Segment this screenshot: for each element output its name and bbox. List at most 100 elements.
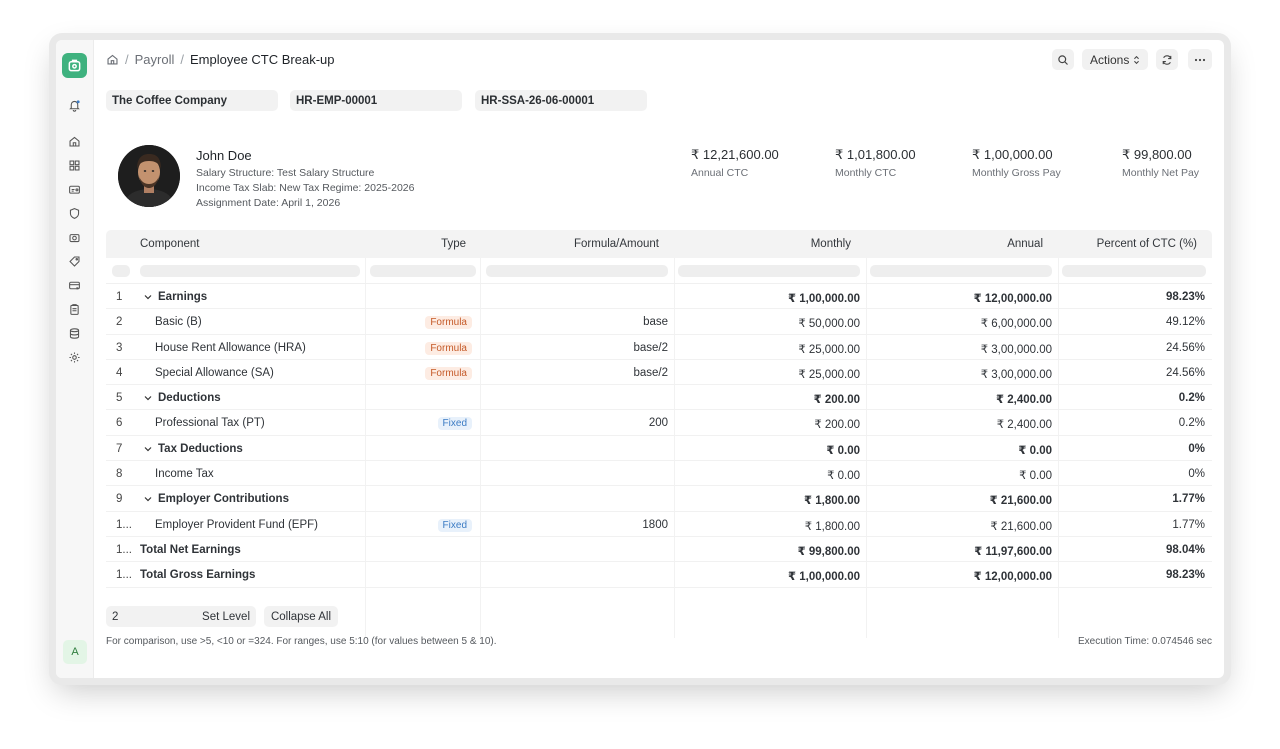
row-component[interactable]: Employer Contributions <box>144 493 289 505</box>
stat-label: Annual CTC <box>691 167 749 179</box>
bell-icon[interactable] <box>67 98 82 113</box>
row-index: 5 <box>116 392 123 405</box>
row-type: Formula <box>425 341 472 355</box>
table-row[interactable]: 6 Professional Tax (PT) Fixed 200 ₹ 200.… <box>106 410 1212 436</box>
row-annual: ₹ 3,00,000.00 <box>980 368 1052 381</box>
row-formula: base <box>643 316 668 329</box>
row-annual: ₹ 0.00 <box>1018 444 1052 457</box>
assignment-filter[interactable]: HR-SSA-26-06-00001 <box>475 90 647 111</box>
row-percent: 24.56% <box>1165 341 1205 354</box>
header-formula[interactable]: Formula/Amount <box>574 238 659 250</box>
table-row[interactable]: 2 Basic (B) Formula base ₹ 50,000.00 ₹ 6… <box>106 309 1212 335</box>
header-percent[interactable]: Percent of CTC (%) <box>1097 238 1197 250</box>
clipboard-icon[interactable] <box>67 302 82 317</box>
stat-value: ₹ 12,21,600.00 <box>691 147 779 162</box>
fixed-badge: Fixed <box>437 417 472 431</box>
actions-label: Actions <box>1090 52 1130 67</box>
ctc-table: Component Type Formula/Amount Monthly An… <box>106 230 1212 588</box>
assignment-date: Assignment Date: April 1, 2026 <box>196 197 341 209</box>
row-type: Fixed <box>437 518 472 532</box>
row-annual: ₹ 0.00 <box>1019 470 1052 483</box>
search-button[interactable] <box>1052 49 1074 70</box>
row-type: Formula <box>425 316 472 330</box>
table-row[interactable]: 1... Total Net Earnings ₹ 99,800.00 ₹ 11… <box>106 537 1212 563</box>
payroll-card-icon[interactable] <box>67 278 82 293</box>
chevron-down-icon[interactable] <box>144 495 152 503</box>
row-component: Special Allowance (SA) <box>155 366 274 379</box>
id-card-icon[interactable] <box>67 182 82 197</box>
more-icon <box>1194 58 1206 61</box>
actions-dropdown[interactable]: Actions <box>1082 49 1148 70</box>
table-row[interactable]: 3 House Rent Allowance (HRA) Formula bas… <box>106 335 1212 360</box>
filter-formula-input[interactable] <box>486 265 668 277</box>
stat-value: ₹ 99,800.00 <box>1122 147 1192 162</box>
collapse-all-button[interactable]: Collapse All <box>264 606 338 627</box>
table-row[interactable]: 5 Deductions ₹ 200.00 ₹ 2,400.00 0.2% <box>106 385 1212 411</box>
filter-monthly-input[interactable] <box>678 265 860 277</box>
chevron-down-icon[interactable] <box>144 394 152 402</box>
header-annual[interactable]: Annual <box>1007 238 1043 250</box>
filter-type-input[interactable] <box>370 265 476 277</box>
row-component[interactable]: Earnings <box>144 291 207 303</box>
row-monthly: ₹ 1,800.00 <box>804 520 860 533</box>
camera-icon[interactable] <box>67 230 82 245</box>
row-component: Employer Provident Fund (EPF) <box>155 518 318 531</box>
row-percent: 1.77% <box>1172 518 1205 531</box>
employee-filter[interactable]: HR-EMP-00001 <box>290 90 462 111</box>
chevron-down-icon[interactable] <box>144 445 152 453</box>
header-type[interactable]: Type <box>441 238 466 250</box>
row-percent: 0% <box>1188 468 1205 481</box>
row-monthly: ₹ 200.00 <box>814 419 860 432</box>
topbar: / Payroll / Employee CTC Break-up Action… <box>94 40 1224 80</box>
table-row[interactable]: 9 Employer Contributions ₹ 1,800.00 ₹ 21… <box>106 486 1212 512</box>
level-input[interactable]: 2 <box>112 611 118 623</box>
row-component[interactable]: Tax Deductions <box>144 443 243 455</box>
sidebar: A <box>56 40 94 678</box>
more-button[interactable] <box>1188 49 1212 70</box>
settings-icon[interactable] <box>67 350 82 365</box>
row-component: Total Net Earnings <box>140 543 241 556</box>
row-monthly: ₹ 1,00,000.00 <box>788 571 860 584</box>
column-filter-row <box>106 258 1212 284</box>
table-row[interactable]: 1 Earnings ₹ 1,00,000.00 ₹ 12,00,000.00 … <box>106 284 1212 310</box>
filter-component-input[interactable] <box>140 265 360 277</box>
filter-annual-input[interactable] <box>870 265 1052 277</box>
employee-name: John Doe <box>196 148 252 163</box>
row-annual: ₹ 12,00,000.00 <box>973 293 1052 305</box>
app-logo[interactable] <box>62 53 87 78</box>
refresh-button[interactable] <box>1156 49 1178 70</box>
table-row[interactable]: 4 Special Allowance (SA) Formula base/2 … <box>106 360 1212 386</box>
formula-badge: Formula <box>425 341 472 355</box>
filter-percent-input[interactable] <box>1062 265 1206 277</box>
row-monthly: ₹ 50,000.00 <box>798 318 860 331</box>
database-icon[interactable] <box>67 326 82 341</box>
row-index: 4 <box>116 366 123 379</box>
filter-index-input[interactable] <box>112 265 130 277</box>
home-breadcrumb-icon[interactable] <box>106 53 119 66</box>
table-row[interactable]: 1... Total Gross Earnings ₹ 1,00,000.00 … <box>106 562 1212 588</box>
table-row[interactable]: 7 Tax Deductions ₹ 0.00 ₹ 0.00 0% <box>106 436 1212 462</box>
user-avatar[interactable]: A <box>63 640 87 664</box>
row-percent: 0.2% <box>1178 417 1205 430</box>
row-component[interactable]: Deductions <box>144 392 221 404</box>
set-level-button[interactable]: Set Level <box>202 611 250 623</box>
tag-icon[interactable] <box>67 254 82 269</box>
employee-info: John Doe Salary Structure: Test Salary S… <box>196 148 496 211</box>
home-icon[interactable] <box>67 134 82 149</box>
row-monthly: ₹ 99,800.00 <box>797 545 860 558</box>
row-percent: 98.23% <box>1165 569 1205 582</box>
table-row[interactable]: 1... Employer Provident Fund (EPF) Fixed… <box>106 512 1212 537</box>
set-level-control[interactable]: 2 Set Level <box>106 606 256 627</box>
row-component: Professional Tax (PT) <box>155 417 265 430</box>
apps-icon[interactable] <box>67 158 82 173</box>
table-row[interactable]: 8 Income Tax ₹ 0.00 ₹ 0.00 0% <box>106 461 1212 487</box>
breadcrumb-payroll[interactable]: Payroll <box>135 52 175 67</box>
header-monthly[interactable]: Monthly <box>811 238 851 250</box>
row-monthly: ₹ 1,00,000.00 <box>788 293 860 305</box>
row-percent: 1.77% <box>1172 493 1205 506</box>
header-component[interactable]: Component <box>140 238 199 250</box>
shield-icon[interactable] <box>67 206 82 221</box>
row-index: 8 <box>116 468 123 481</box>
company-filter[interactable]: The Coffee Company <box>106 90 278 111</box>
chevron-down-icon[interactable] <box>144 293 152 301</box>
